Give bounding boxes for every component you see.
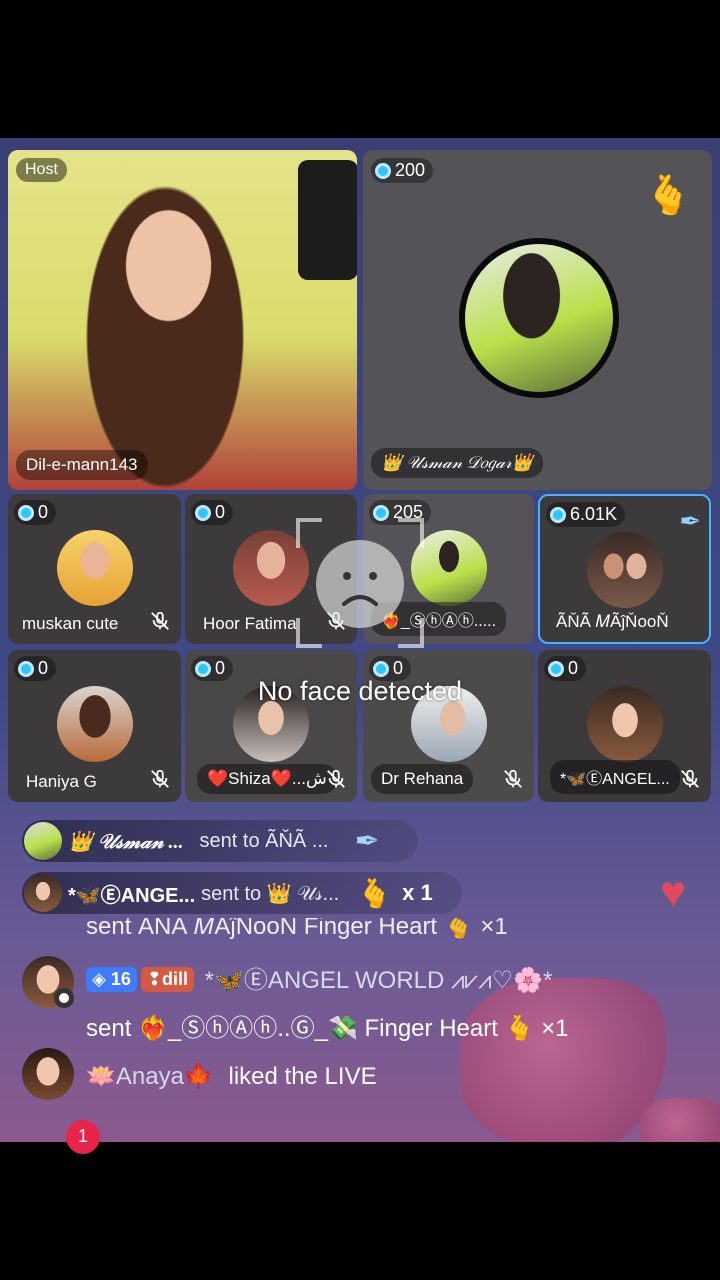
seat-name: ❤️Shiza❤️...ش — [197, 764, 337, 794]
seat-coins: 6.01K — [546, 502, 626, 527]
floating-heart-icon: ♥ — [660, 868, 687, 917]
sad-face-icon — [296, 518, 424, 648]
sender-avatar — [24, 822, 62, 860]
gift-banner[interactable]: *🦋ⒺANGE... sent to 👑 𝒰𝓈... 🫰 x 1 — [22, 872, 462, 914]
seat-tile[interactable]: 0 *🦋ⒺANGEL... — [538, 650, 711, 802]
fan-heart-icon: ❢ — [146, 969, 162, 989]
gift-text: sent to 👑 𝒰𝓈... — [201, 882, 340, 905]
seat-name: Haniya G — [26, 772, 97, 791]
diamond-icon — [373, 660, 389, 677]
seat-tile[interactable]: 0 muskan cute — [8, 494, 181, 644]
guest-main-name: 👑 𝒰𝓈𝓂𝒶𝓃 𝒟𝑜𝑔𝒶𝓇👑 — [371, 448, 544, 478]
seat-tile-selected[interactable]: 6.01K ✒ ÃŇÃ 𝑀ÃĵŇooŇ — [538, 494, 711, 644]
gift-banner[interactable]: 👑 𝒰𝓈𝓂𝒶𝓃 ... sent to ÃŇÃ ... ✒ — [22, 820, 418, 862]
guest-main-coins: 200 — [371, 158, 434, 183]
seat-coins: 0 — [14, 500, 57, 525]
host-phone-image — [298, 160, 357, 280]
seat-tile[interactable]: 0 Dr Rehana — [363, 650, 534, 802]
chat-text: liked the LIVE — [228, 1063, 377, 1090]
mic-muted-icon — [327, 769, 345, 788]
seat-name: Dr Rehana — [371, 764, 474, 794]
seat-avatar — [56, 530, 133, 606]
live-ring-icon — [54, 988, 74, 1008]
finger-heart-icon: 🫰 — [644, 175, 692, 217]
gift-text: sent to ÃŇÃ ... — [199, 829, 329, 852]
chat-username[interactable]: 🪷Anaya🍁 — [86, 1063, 214, 1090]
mic-muted-icon — [504, 769, 522, 788]
finger-heart-icon: 🫰 — [357, 877, 393, 909]
chat-message: 🪷Anaya🍁 liked the LIVE — [22, 1048, 622, 1104]
seat-name: *🦋ⒺANGEL... — [550, 760, 680, 794]
diamond-icon — [375, 162, 391, 179]
diamond-icon — [195, 660, 211, 677]
seat-coins: 0 — [191, 500, 234, 525]
chat-username[interactable]: *🦋ⒺANGEL WORLD ⩘⩗⩘♡🌸* — [205, 967, 553, 994]
chat-avatar[interactable] — [22, 1048, 74, 1100]
no-face-detected-text: No face detected — [257, 676, 463, 706]
host-badge: Host — [16, 158, 67, 182]
seat-tile[interactable]: 0 Haniya G — [8, 650, 181, 802]
seat-name: Hoor Fatima — [203, 614, 297, 633]
guest-main-avatar — [459, 238, 619, 398]
seat-tile[interactable]: 0 ❤️Shiza❤️...ش — [185, 650, 357, 802]
diamond-icon — [18, 660, 34, 677]
seat-name: muskan cute — [22, 614, 119, 633]
level-diamond-icon: ◈ — [92, 969, 106, 989]
guest-main-tile[interactable]: 200 🫰 👑 𝒰𝓈𝓂𝒶𝓃 𝒟𝑜𝑔𝒶𝓇👑 — [363, 150, 712, 490]
gift-count: x 1 — [402, 880, 433, 905]
fan-badge: ❢dill — [140, 967, 194, 992]
feather-gift-icon: ✒ — [354, 824, 380, 858]
host-name: Dil-e-mann143 — [16, 450, 148, 480]
live-room: ♥ Host Dil-e-mann143 200 🫰 👑 𝒰𝓈𝓂𝒶𝓃 𝒟𝑜𝑔𝒶𝓇… — [0, 138, 720, 1142]
feather-badge-icon: ✒ — [679, 506, 701, 536]
host-tile[interactable]: Host Dil-e-mann143 — [8, 150, 357, 490]
seat-avatar — [586, 532, 663, 608]
mic-muted-icon — [681, 769, 699, 788]
notification-badge[interactable]: 1 — [66, 1120, 100, 1154]
mic-muted-icon — [151, 769, 169, 788]
diamond-icon — [550, 506, 566, 523]
gift-sender: 👑 𝒰𝓈𝓂𝒶𝓃 ... — [68, 830, 184, 853]
sender-avatar — [24, 874, 62, 912]
gift-sender: *🦋ⒺANGE... — [68, 884, 196, 907]
diamond-icon — [195, 504, 211, 521]
level-badge: ◈ 16 — [86, 967, 137, 992]
bg-heart-decoration — [640, 1098, 720, 1142]
chat-partial-line: sent ÃŇÃ 𝑀ÃĵŇooŇ Finger Heart 🫰 ×1 — [86, 918, 508, 940]
chat-text: sent ❤️‍🔥_ⓈⓗⒶⓗ..Ⓖ_💸 Finger Heart 🫰 ×1 — [86, 1015, 569, 1042]
seat-name: ÃŇÃ 𝑀ÃĵŇooŇ — [556, 612, 669, 631]
diamond-icon — [548, 660, 564, 677]
mic-muted-icon — [151, 611, 169, 630]
diamond-icon — [18, 504, 34, 521]
